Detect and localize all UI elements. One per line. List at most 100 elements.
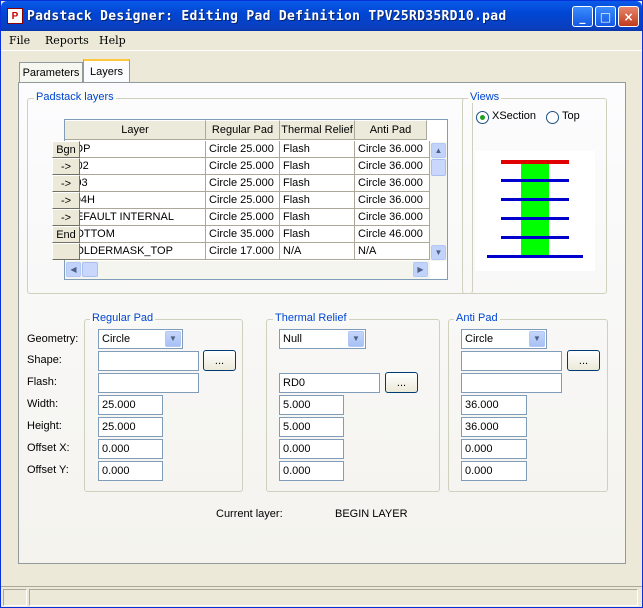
cell-anti-pad[interactable]: N/A <box>355 243 430 260</box>
menu-bar: File Reports Help <box>1 31 642 51</box>
thermal-offset-y-field[interactable]: 0.000 <box>279 461 344 481</box>
row-select-button[interactable]: Bgn <box>52 141 80 158</box>
title-bar[interactable]: P Padstack Designer: Editing Pad Definit… <box>1 1 642 31</box>
cell-regular-pad[interactable]: Circle 25.000 <box>206 141 280 158</box>
vertical-scroll-thumb[interactable] <box>431 159 446 176</box>
horizontal-scrollbar[interactable]: ◀ ▶ <box>65 261 430 279</box>
tab-layers[interactable]: Layers <box>83 59 130 82</box>
menu-file[interactable]: File <box>9 34 30 47</box>
cell-thermal-relief[interactable]: Flash <box>280 158 355 175</box>
arrow-left-icon[interactable]: ◀ <box>66 262 81 277</box>
thermal-height-field[interactable]: 5.000 <box>279 417 344 437</box>
anti-offset-y-field[interactable]: 0.000 <box>461 461 527 481</box>
row-select-button[interactable]: -> <box>52 209 80 226</box>
layer-bar-g02 <box>501 179 569 182</box>
thermal-offset-x-field[interactable]: 0.000 <box>279 439 344 459</box>
cell-anti-pad[interactable]: Circle 46.000 <box>355 226 430 243</box>
chevron-down-icon[interactable]: ▼ <box>348 331 364 347</box>
row-select-button[interactable]: -> <box>52 175 80 192</box>
regular-offset-y-field[interactable]: 0.000 <box>98 461 163 481</box>
regular-width-field[interactable]: 25.000 <box>98 395 163 415</box>
xsection-preview <box>475 151 595 271</box>
cell-regular-pad[interactable]: Circle 35.000 <box>206 226 280 243</box>
cell-anti-pad[interactable]: Circle 36.000 <box>355 141 430 158</box>
cell-anti-pad[interactable]: Circle 36.000 <box>355 175 430 192</box>
padstack-app-icon[interactable]: P <box>7 8 23 24</box>
close-button[interactable]: × <box>618 6 639 27</box>
top-label[interactable]: Top <box>562 110 580 122</box>
column-header-regular-pad[interactable]: Regular Pad <box>206 120 280 140</box>
cell-regular-pad[interactable]: Circle 25.000 <box>206 192 280 209</box>
thermal-flash-field[interactable]: RD0 <box>279 373 380 393</box>
menu-help[interactable]: Help <box>99 34 126 47</box>
offset-x-label: Offset X: <box>27 442 70 454</box>
regular-offset-x-field[interactable]: 0.000 <box>98 439 163 459</box>
horizontal-scroll-thumb[interactable] <box>82 262 98 277</box>
cell-layer[interactable]: BOTTOM <box>65 226 206 243</box>
cell-thermal-relief[interactable]: Flash <box>280 175 355 192</box>
regular-flash-field[interactable] <box>98 373 199 393</box>
current-layer-value: BEGIN LAYER <box>335 508 408 520</box>
vertical-scrollbar[interactable]: ▲ ▼ <box>430 142 447 261</box>
cell-thermal-relief[interactable]: N/A <box>280 243 355 260</box>
column-header-anti-pad[interactable]: Anti Pad <box>355 120 427 140</box>
anti-height-field[interactable]: 36.000 <box>461 417 527 437</box>
cell-thermal-relief[interactable]: Flash <box>280 209 355 226</box>
cell-regular-pad[interactable]: Circle 25.000 <box>206 175 280 192</box>
row-select-button[interactable] <box>52 243 80 260</box>
maximize-button[interactable]: □ <box>595 6 616 27</box>
cell-thermal-relief[interactable]: Flash <box>280 226 355 243</box>
anti-shape-field[interactable] <box>461 351 562 371</box>
current-layer-label: Current layer: <box>216 508 283 520</box>
cell-regular-pad[interactable]: Circle 17.000 <box>206 243 280 260</box>
drill-barrel <box>521 161 549 257</box>
regular-geometry-select[interactable]: Circle ▼ <box>98 329 183 349</box>
cell-anti-pad[interactable]: Circle 36.000 <box>355 158 430 175</box>
cell-anti-pad[interactable]: Circle 36.000 <box>355 209 430 226</box>
column-header-thermal-relief[interactable]: Thermal Relief <box>280 120 355 140</box>
menu-reports[interactable]: Reports <box>45 34 89 47</box>
cell-layer[interactable]: P03 <box>65 175 206 192</box>
xsection-label[interactable]: XSection <box>492 110 536 122</box>
anti-pad-label: Anti Pad <box>454 312 500 324</box>
arrow-right-icon[interactable]: ▶ <box>413 262 428 277</box>
cell-layer[interactable]: G02 <box>65 158 206 175</box>
column-header-layer[interactable]: Layer <box>65 120 206 140</box>
anti-width-field[interactable]: 36.000 <box>461 395 527 415</box>
shape-label: Shape: <box>27 354 62 366</box>
thermal-width-field[interactable]: 5.000 <box>279 395 344 415</box>
thermal-geometry-select[interactable]: Null ▼ <box>279 329 366 349</box>
regular-shape-browse-button[interactable]: ... <box>203 350 236 371</box>
tab-parameters[interactable]: Parameters <box>19 62 83 82</box>
cell-regular-pad[interactable]: Circle 25.000 <box>206 158 280 175</box>
anti-offset-x-field[interactable]: 0.000 <box>461 439 527 459</box>
regular-height-field[interactable]: 25.000 <box>98 417 163 437</box>
row-select-button[interactable]: -> <box>52 158 80 175</box>
top-radio[interactable] <box>546 111 559 124</box>
status-pane-left <box>3 589 27 606</box>
arrow-down-icon[interactable]: ▼ <box>431 245 446 260</box>
anti-shape-browse-button[interactable]: ... <box>567 350 600 371</box>
cell-layer[interactable]: T04H <box>65 192 206 209</box>
app-window: P Padstack Designer: Editing Pad Definit… <box>0 0 643 608</box>
cell-layer[interactable]: DEFAULT INTERNAL <box>65 209 206 226</box>
cell-layer[interactable]: TOP <box>65 141 206 158</box>
cell-thermal-relief[interactable]: Flash <box>280 141 355 158</box>
chevron-down-icon[interactable]: ▼ <box>165 331 181 347</box>
thermal-flash-browse-button[interactable]: ... <box>385 372 418 393</box>
anti-geometry-select[interactable]: Circle ▼ <box>461 329 547 349</box>
height-label: Height: <box>27 420 62 432</box>
arrow-up-icon[interactable]: ▲ <box>431 143 446 158</box>
cell-thermal-relief[interactable]: Flash <box>280 192 355 209</box>
thermal-relief-label: Thermal Relief <box>273 312 349 324</box>
row-select-button[interactable]: End <box>52 226 80 243</box>
cell-regular-pad[interactable]: Circle 25.000 <box>206 209 280 226</box>
chevron-down-icon[interactable]: ▼ <box>529 331 545 347</box>
anti-flash-field[interactable] <box>461 373 562 393</box>
xsection-radio[interactable] <box>476 111 489 124</box>
row-select-button[interactable]: -> <box>52 192 80 209</box>
cell-layer[interactable]: SOLDERMASK_TOP <box>65 243 206 260</box>
minimize-button[interactable]: _ <box>572 6 593 27</box>
cell-anti-pad[interactable]: Circle 36.000 <box>355 192 430 209</box>
regular-shape-field[interactable] <box>98 351 199 371</box>
